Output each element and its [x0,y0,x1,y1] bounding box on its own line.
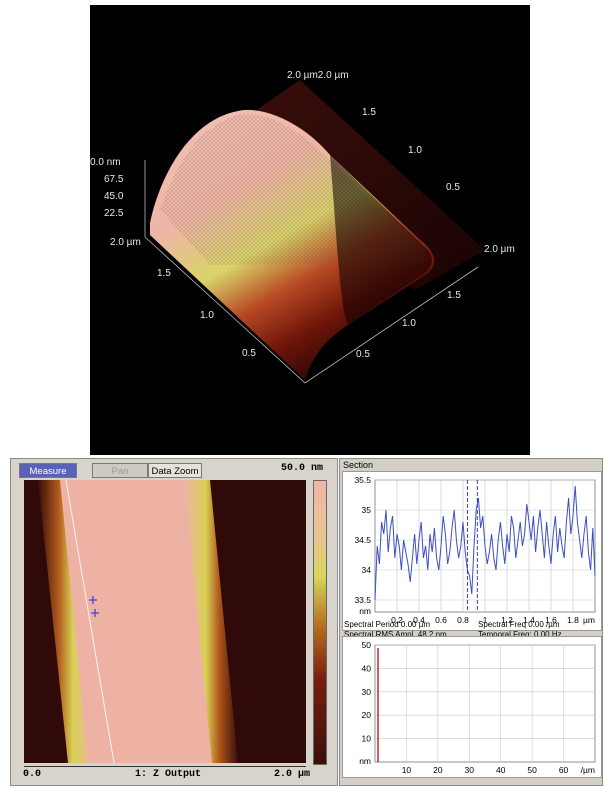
section-window: Section 35.5 35 34.5 34 33.5 nm 0.2 0.4 0.6 0.8 1 1… [339,458,603,786]
back-axis-tick-2: 0.5 [446,182,460,193]
z-axis-tick-1: 67.5 [104,174,124,185]
image-window: Measure Pan Data Zoom 50.0 nm 0.0 1: Z O… [10,458,338,786]
spectrum-x-tick: 10 [402,765,412,775]
section-y-tick: 35.5 [354,475,371,485]
z-axis-tick-2: 45.0 [104,191,124,202]
spectrum-y-tick: 30 [362,687,372,697]
measure-button[interactable]: Measure [19,463,77,478]
data-zoom-button[interactable]: Data Zoom [148,463,202,478]
spectrum-x-tick: 60 [559,765,569,775]
left-axis-tick-3: 0.5 [242,348,256,359]
z-range-label: 50.0 nm [280,463,323,474]
section-x-unit: µm [583,615,595,625]
section-y-tick: 34.5 [354,535,371,545]
right-axis-tick-2: 1.0 [402,318,416,329]
left-axis-tick-2: 1.0 [200,310,214,321]
spectrum-y-tick: 50 [362,640,372,650]
spectrum-x-tick: 40 [496,765,506,775]
channel-label: 1: Z Output [135,769,202,780]
spectrum-panel: 50 40 30 20 10 nm 10 20 30 40 50 60/µm [342,636,602,778]
pan-button[interactable]: Pan [92,463,148,478]
z-axis-tick-3: 22.5 [104,208,124,219]
spectrum-x-tick: 20 [433,765,443,775]
afm-height-image[interactable] [24,480,306,763]
left-axis-tick-0: 2.0 µm [110,237,141,248]
scale-right-label: 2.0 µm [274,769,311,780]
color-scale-bar [313,480,327,765]
right-axis-tick-1: 1.5 [447,290,461,301]
section-profile-panel: 35.5 35 34.5 34 33.5 nm 0.2 0.4 0.6 0.8 1 1.2 1.4 1.6… [342,471,602,631]
section-x-tick: 0.6 [435,615,447,625]
spectrum-plot-frame [374,644,596,763]
top-corner-label: 2.0 µm2.0 µm [287,70,349,81]
spectrum-x-tick: 30 [465,765,475,775]
left-axis-tick-1: 1.5 [157,268,171,279]
right-corner-label: 2.0 µm [484,244,515,255]
back-axis-tick-1: 1.0 [408,145,422,156]
scale-left-label: 0.0 [23,769,42,780]
spectrum-x-unit: /µm [581,765,595,775]
afm-3d-view: 2.0 µm 1.5 1.0 0.5 2.0 µm 1.5 1.0 0.5 2.… [90,5,530,455]
section-profile-chart[interactable]: 35.53534.53433.5nm0.2 0.4 0.6 0.8 1 1.2 1.4 1.6… [343,472,601,630]
spectral-freq-text: Spectral Freq 0.00 /µm [478,620,560,629]
afm-3d-surface: 2.0 µm 1.5 1.0 0.5 2.0 µm 1.5 1.0 0.5 2.… [90,70,515,384]
section-x-tick: 1.8 [567,615,579,625]
spectrum-y-tick: 20 [362,710,372,720]
spectrum-chart[interactable]: 50 40 30 20 10 nm 10 20 30 40 50 60/µm [343,637,601,777]
z-axis-tick-0: 0.0 nm [90,157,121,168]
section-y-tick: 34 [362,565,372,575]
section-y-unit: nm [359,606,371,616]
back-axis-tick-0: 1.5 [362,107,376,118]
section-title: Section [343,460,374,470]
spectral-period-text: Spectral Period 0.00 µm [344,620,430,629]
section-x-tick: 0.8 [457,615,469,625]
scale-bar-line [24,766,306,767]
spectrum-y-unit: nm [359,756,371,766]
section-y-tick: 35 [362,505,372,515]
spectrum-y-tick: 10 [362,734,372,744]
right-axis-tick-3: 0.5 [356,349,370,360]
spectrum-x-tick: 50 [527,765,537,775]
section-y-tick: 33.5 [354,595,371,605]
spectrum-y-tick: 40 [362,663,372,673]
